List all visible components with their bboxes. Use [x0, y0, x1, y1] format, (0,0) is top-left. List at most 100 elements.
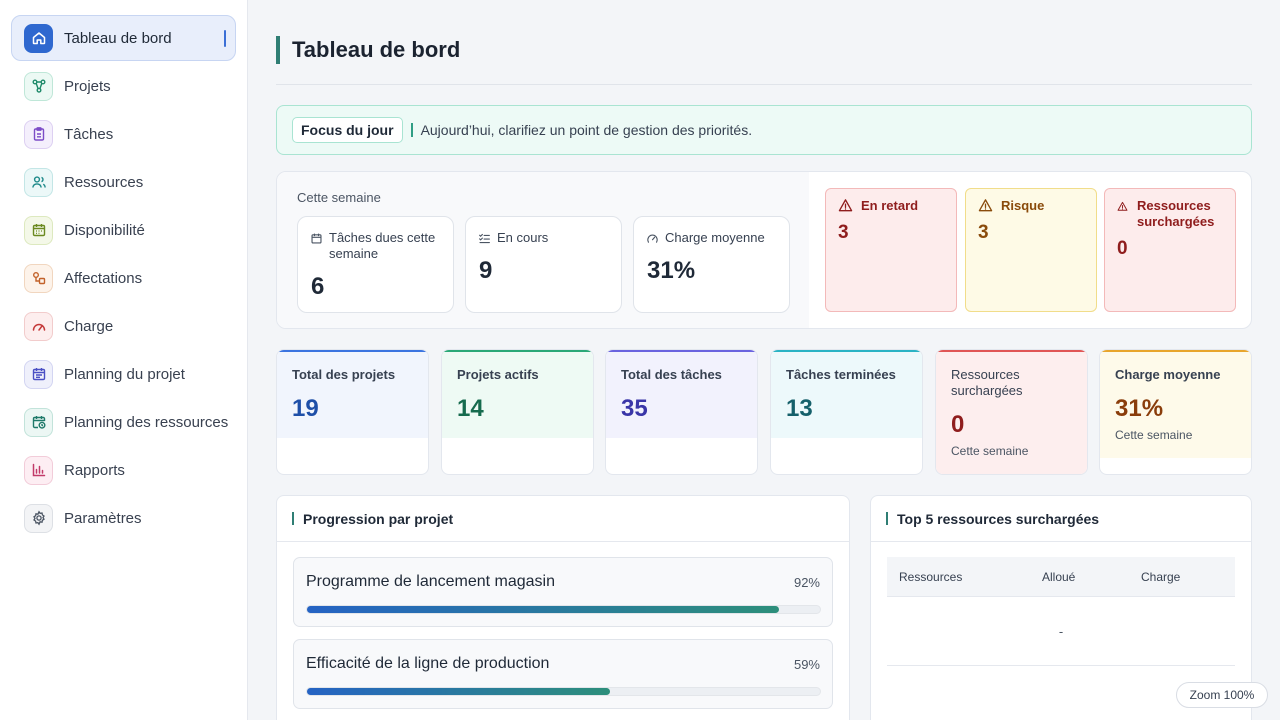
page-title: Tableau de bord — [276, 36, 460, 64]
sidebar-item-parametres[interactable]: Paramètres — [11, 495, 236, 541]
week-card-value: 31% — [647, 257, 696, 284]
stat-card-average-load: Charge moyenne 31% Cette semaine — [1099, 349, 1252, 475]
focus-banner: Focus du jour Aujourd’hui, clarifiez un … — [276, 105, 1252, 155]
stat-value: 13 — [786, 395, 813, 422]
sidebar-item-ressources[interactable]: Ressources — [11, 159, 236, 205]
alert-card-overloaded: Ressources surchargées 0 — [1104, 188, 1236, 312]
sidebar-item-rapports[interactable]: Rapports — [11, 447, 236, 493]
main-content: Tableau de bord Focus du jour Aujourd’hu… — [248, 0, 1280, 720]
sidebar-item-label: Rapports — [64, 461, 125, 479]
focus-separator — [410, 123, 413, 137]
sidebar-item-disponibilite[interactable]: Disponibilité — [11, 207, 236, 253]
week-title: Cette semaine — [297, 190, 381, 205]
stat-label: Total des projets — [292, 367, 396, 382]
users-icon — [24, 167, 53, 197]
project-percent: 92% — [793, 575, 820, 590]
week-card-average-load: Charge moyenne 31% — [633, 216, 790, 313]
panel-header: Progression par projet — [277, 496, 849, 542]
sidebar-item-label: Planning du projet — [64, 365, 185, 383]
warning-icon — [1117, 201, 1128, 211]
column-header-allocated[interactable]: Alloué — [1042, 570, 1075, 584]
sidebar-item-taches[interactable]: Tâches — [11, 111, 236, 157]
alert-value: 0 — [1117, 238, 1128, 259]
panel-accent — [886, 512, 888, 525]
sidebar-item-label: Planning des ressources — [64, 413, 229, 431]
sidebar-item-planning-du-projet[interactable]: Planning du projet — [11, 351, 236, 397]
stat-card-completed-tasks: Tâches terminées 13 — [770, 349, 923, 475]
table-empty-row: - — [887, 597, 1235, 666]
sidebar-item-label: Paramètres — [64, 509, 142, 527]
column-header-load[interactable]: Charge — [1141, 570, 1180, 584]
title-divider — [276, 84, 1252, 85]
week-card-in-progress: En cours 9 — [465, 216, 622, 313]
calendar-clock-icon — [24, 407, 53, 437]
sidebar-item-label: Projets — [64, 77, 111, 95]
column-header-resources[interactable]: Ressources — [899, 570, 962, 584]
project-percent: 59% — [793, 657, 820, 672]
stat-subtext: Cette semaine — [951, 444, 1029, 458]
alert-value: 3 — [978, 222, 989, 243]
home-icon — [24, 23, 53, 53]
stat-label: Ressources surchargées — [951, 367, 1023, 398]
stat-value: 31% — [1115, 395, 1164, 422]
sidebar-item-label: Tableau de bord — [64, 29, 172, 47]
stat-value: 19 — [292, 395, 319, 422]
sidebar-item-label: Charge — [64, 317, 114, 335]
calendar-icon — [24, 215, 53, 245]
sidebar-item-label: Affectations — [64, 269, 143, 287]
progress-track — [306, 687, 821, 696]
progress-fill — [307, 688, 610, 695]
warning-icon — [978, 199, 993, 212]
calendar-list-icon — [24, 359, 53, 389]
alert-value: 3 — [838, 222, 849, 243]
sidebar: Tableau de bord Projets Tâches Ressource… — [0, 0, 248, 720]
alert-label: En retard — [861, 198, 919, 213]
week-summary: Cette semaine Tâches dues cette semaine … — [277, 172, 809, 328]
stat-label: Charge moyenne — [1115, 367, 1221, 382]
week-card-label: Tâches dues cette semaine — [329, 230, 436, 261]
sidebar-item-label: Tâches — [64, 125, 114, 143]
stat-card-total-tasks: Total des tâches 35 — [605, 349, 758, 475]
project-name: Programme de lancement magasin — [306, 573, 556, 590]
warning-icon — [838, 199, 853, 212]
project-progress-item[interactable]: Programme de lancement magasin 92% — [293, 557, 833, 627]
bar-chart-icon — [24, 455, 53, 485]
sidebar-item-charge[interactable]: Charge — [11, 303, 236, 349]
table-header: Ressources Alloué Charge — [887, 557, 1235, 597]
list-check-icon — [479, 233, 490, 244]
panel-header: Top 5 ressources surchargées — [871, 496, 1251, 542]
project-network-icon — [24, 71, 53, 101]
alert-label: Ressources surchargées — [1137, 198, 1215, 229]
clipboard-icon — [24, 119, 53, 149]
stat-value: 0 — [951, 411, 965, 438]
stat-label: Projets actifs — [457, 367, 539, 382]
project-progress-item[interactable]: Efficacité de la ligne de production 59% — [293, 639, 833, 709]
week-card-due-tasks: Tâches dues cette semaine 6 — [297, 216, 454, 313]
zoom-indicator[interactable]: Zoom 100% — [1176, 682, 1268, 708]
week-panel: Cette semaine Tâches dues cette semaine … — [276, 171, 1252, 329]
alert-label: Risque — [1001, 198, 1045, 213]
stat-card-total-projects: Total des projets 19 — [276, 349, 429, 475]
stat-label: Total des tâches — [621, 367, 722, 382]
gauge-icon — [24, 311, 53, 341]
project-name: Efficacité de la ligne de production — [306, 655, 550, 672]
panel-title: Top 5 ressources surchargées — [897, 510, 1100, 527]
sidebar-item-planning-des-ressources[interactable]: Planning des ressources — [11, 399, 236, 445]
sidebar-item-affectations[interactable]: Affectations — [11, 255, 236, 301]
sidebar-item-projets[interactable]: Projets — [11, 63, 236, 109]
week-card-label: Charge moyenne — [665, 230, 765, 245]
sidebar-item-label: Disponibilité — [64, 221, 145, 239]
sidebar-item-tableau-de-bord[interactable]: Tableau de bord — [11, 15, 236, 61]
stat-card-overloaded-resources: Ressources surchargées 0 Cette semaine — [935, 349, 1088, 475]
focus-text: Aujourd’hui, clarifiez un point de gesti… — [420, 122, 753, 138]
week-card-value: 6 — [311, 273, 325, 300]
calendar-small-icon — [311, 233, 322, 244]
week-card-value: 9 — [479, 257, 493, 284]
assignment-icon — [24, 263, 53, 293]
alert-card-risk: Risque 3 — [965, 188, 1097, 312]
progress-panel: Progression par projet Programme de lanc… — [276, 495, 850, 720]
panel-title: Progression par projet — [303, 510, 454, 527]
progress-fill — [307, 606, 779, 613]
progress-track — [306, 605, 821, 614]
alert-card-late: En retard 3 — [825, 188, 957, 312]
